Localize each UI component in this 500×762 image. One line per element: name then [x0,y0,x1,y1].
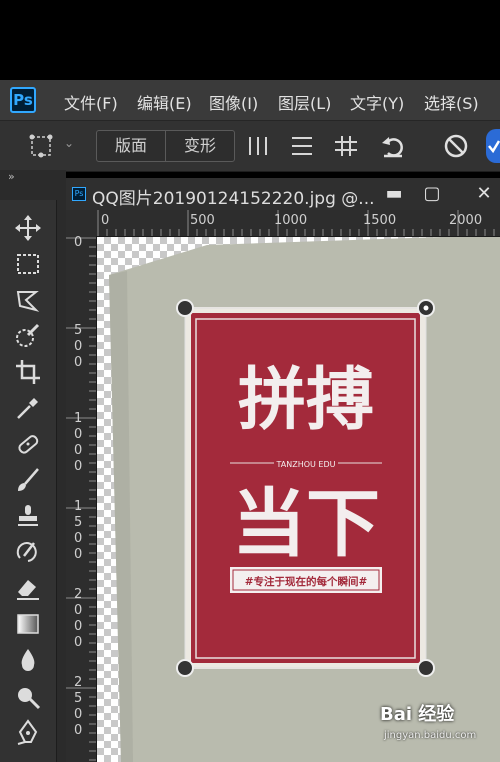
cancel-transform-icon[interactable] [443,133,469,159]
history-brush-tool-icon[interactable] [14,538,42,566]
minimize-icon[interactable]: ▬ [382,182,406,206]
move-tool-icon[interactable] [14,214,42,242]
top-black-bar [0,0,500,80]
ruler-corner [66,210,96,236]
menu-type[interactable]: 文字(Y) [350,90,404,114]
ruler-top-label: 2000 [449,213,482,228]
document-tab[interactable]: Ps QQ图片20190124152220.jpg @... ▬ ▢ ✕ [66,178,500,211]
document-ps-icon: Ps [72,187,86,201]
poster-subtitle: TANZHOU EDU [276,460,336,469]
transform-handle-bottom-right[interactable] [417,659,435,677]
menu-edit[interactable]: 编辑(E) [137,90,192,114]
puppet-warp-tool-icon[interactable] [28,133,54,159]
transform-handle-top-left[interactable] [176,299,194,317]
healing-brush-tool-icon[interactable] [14,430,42,458]
baidu-watermark: Bai 经验 [380,704,455,725]
close-icon[interactable]: ✕ [472,182,496,206]
marquee-tool-icon[interactable] [14,250,42,278]
canvas-image: 拼搏 TANZHOU EDU 当下 #专注于现在的每个瞬间# [109,237,500,762]
ruler-top-label: 1500 [363,213,396,228]
blur-tool-icon[interactable] [14,646,42,674]
ruler-top-label: 500 [190,213,215,228]
ruler-horizontal[interactable]: 0 500 1000 1500 2000 [96,210,500,237]
collapse-panel-icon[interactable]: » [8,170,15,183]
horizontal-split-icon[interactable] [290,135,314,157]
photoshop-logo: Ps [10,87,36,113]
chevron-down-icon[interactable]: ⌄ [64,136,74,150]
pen-tool-icon[interactable] [14,718,42,746]
lasso-tool-icon[interactable] [14,286,42,314]
document-title: QQ图片20190124152220.jpg @... [92,189,375,209]
transform-handle-top-right[interactable] [417,299,435,317]
ruler-left-label: 1000 [74,411,82,474]
eraser-tool-icon[interactable] [14,574,42,602]
menu-file[interactable]: 文件(F) [64,90,118,114]
quick-selection-tool-icon[interactable] [14,322,42,350]
commit-transform-icon[interactable] [486,129,500,163]
poster-headline-2: 当下 [232,481,380,567]
ruler-horizontal-ticks: 0 500 1000 1500 2000 [97,210,495,236]
ruler-top-label: 1000 [274,213,307,228]
menu-image[interactable]: 图像(I) [209,90,258,114]
crop-tool-icon[interactable] [14,358,42,386]
poster-slogan: #专注于现在的每个瞬间# [245,575,368,588]
ruler-vertical-ticks: 0 5 0 0 1 0 0 0 1 5 0 0 2 0 0 0 2 5 0 0 [66,236,96,761]
reset-warp-icon[interactable] [380,133,408,159]
grid-split-icon[interactable] [334,135,358,157]
poster-headline-1: 拼搏 [238,361,374,440]
menu-layer[interactable]: 图层(L) [278,90,331,114]
ruler-left-label: 0 [74,236,82,250]
gradient-tool-icon[interactable] [14,610,42,638]
vertical-split-icon[interactable] [246,135,270,157]
options-bar: ⌄ 版面 变形 [0,120,500,172]
ruler-top-label: 0 [101,213,109,228]
ruler-left-label: 500 [74,323,82,370]
dodge-tool-icon[interactable] [14,682,42,710]
layout-button[interactable]: 版面 [97,131,165,161]
transform-handle-bottom-left[interactable] [176,659,194,677]
brush-tool-icon[interactable] [14,466,42,494]
warp-button[interactable]: 变形 [165,131,234,161]
clone-stamp-tool-icon[interactable] [14,502,42,530]
tools-panel [0,200,57,762]
maximize-icon[interactable]: ▢ [420,182,444,206]
ruler-left-label: 1500 [74,499,82,562]
ruler-left-label: 2000 [74,587,82,650]
baidu-watermark-url: jingyan.baidu.com [384,730,477,741]
mode-button-group: 版面 变形 [96,130,235,162]
menu-bar: Ps 文件(F) 编辑(E) 图像(I) 图层(L) 文字(Y) 选择(S) [0,80,500,120]
document-canvas[interactable]: 拼搏 TANZHOU EDU 当下 #专注于现在的每个瞬间# [97,237,500,762]
eyedropper-tool-icon[interactable] [14,394,42,422]
ruler-vertical[interactable]: 0 500 1000 1500 2000 2500 [66,236,97,762]
ruler-left-label: 2500 [74,675,82,738]
menu-select[interactable]: 选择(S) [424,90,479,114]
